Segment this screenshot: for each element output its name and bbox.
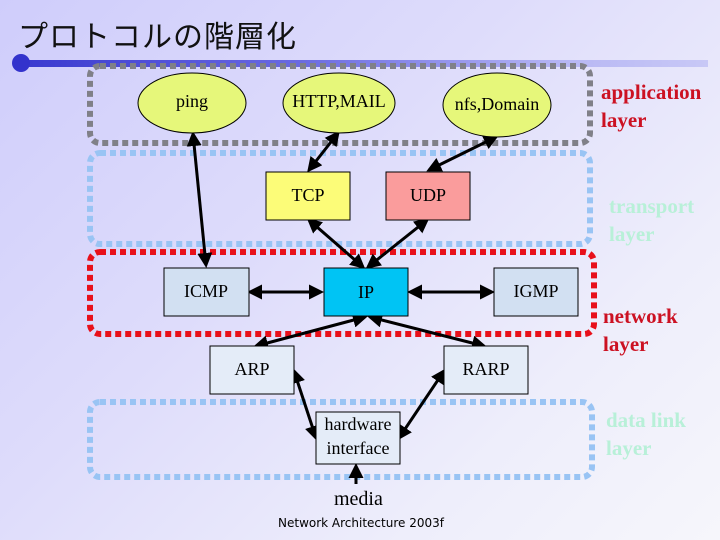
- layer-label-network: network layer: [603, 302, 678, 358]
- layer-label-application-line2: layer: [601, 108, 647, 132]
- node-hardware-interface: hardware interface: [315, 411, 401, 465]
- node-igmp: IGMP: [493, 267, 579, 317]
- layer-label-datalink: data link layer: [606, 406, 686, 462]
- node-icmp-label: ICMP: [184, 281, 228, 301]
- media-label: media: [334, 488, 383, 510]
- node-ping: ping: [137, 72, 247, 134]
- node-ip-label: IP: [358, 282, 374, 302]
- node-tcp: TCP: [265, 171, 351, 221]
- layer-label-datalink-line2: layer: [606, 436, 652, 460]
- node-arp-label: ARP: [234, 359, 269, 379]
- layer-label-transport: transport layer: [609, 192, 694, 248]
- node-ping-label: ping: [176, 91, 208, 111]
- node-http-mail-label: HTTP,MAIL: [292, 91, 386, 111]
- node-interface-label: interface: [327, 438, 390, 458]
- node-nfs-domain-label: nfs,Domain: [455, 94, 540, 114]
- layer-label-network-line1: network: [603, 304, 678, 328]
- layer-label-datalink-line1: data link: [606, 408, 686, 432]
- node-arp: ARP: [209, 345, 295, 395]
- layer-label-transport-line1: transport: [609, 194, 695, 218]
- node-tcp-label: TCP: [291, 185, 324, 205]
- node-nfs-domain: nfs,Domain: [442, 72, 552, 138]
- node-udp: UDP: [385, 171, 471, 221]
- node-rarp: RARP: [443, 345, 529, 395]
- node-http-mail: HTTP,MAIL: [282, 72, 396, 134]
- node-rarp-label: RARP: [462, 359, 509, 379]
- layer-label-transport-line2: layer: [609, 222, 655, 246]
- layer-label-network-line2: layer: [603, 332, 649, 356]
- node-igmp-label: IGMP: [513, 281, 558, 301]
- node-ip: IP: [323, 267, 409, 317]
- node-icmp: ICMP: [163, 267, 250, 317]
- layer-label-application-line1: application: [601, 80, 702, 104]
- layer-label-application: application layer: [601, 78, 701, 134]
- footer-text: Network Architecture 2003f: [278, 516, 444, 530]
- node-udp-label: UDP: [410, 185, 446, 205]
- node-hardware-label: hardware: [325, 414, 392, 434]
